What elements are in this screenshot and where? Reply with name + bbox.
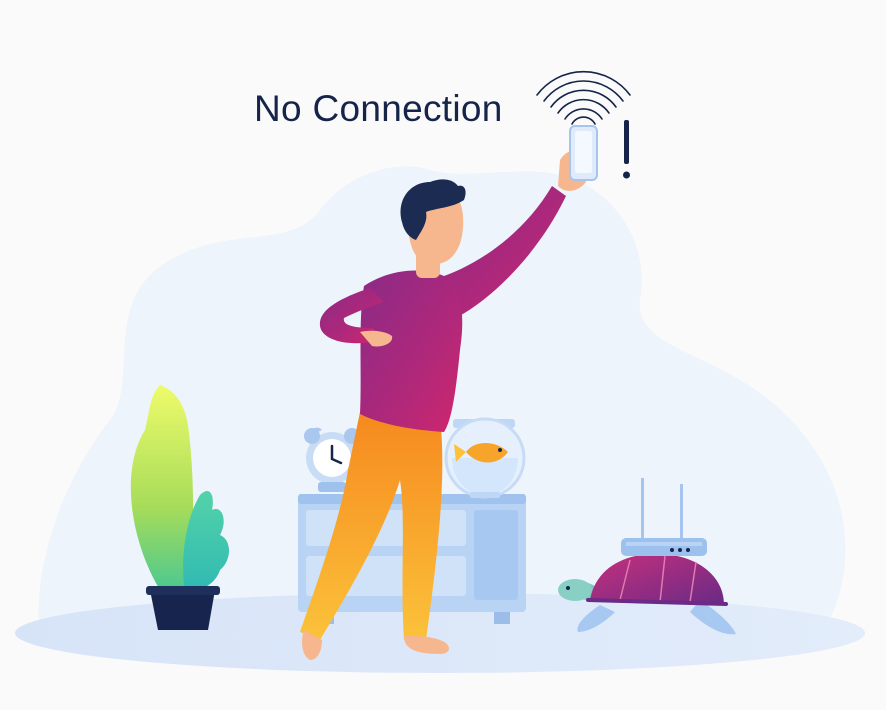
headline: No Connection <box>254 88 503 129</box>
exclamation-icon <box>623 120 630 179</box>
wifi-signal-icon <box>536 70 631 125</box>
phone-icon <box>569 125 598 181</box>
goldfish-bowl-icon <box>444 417 526 499</box>
